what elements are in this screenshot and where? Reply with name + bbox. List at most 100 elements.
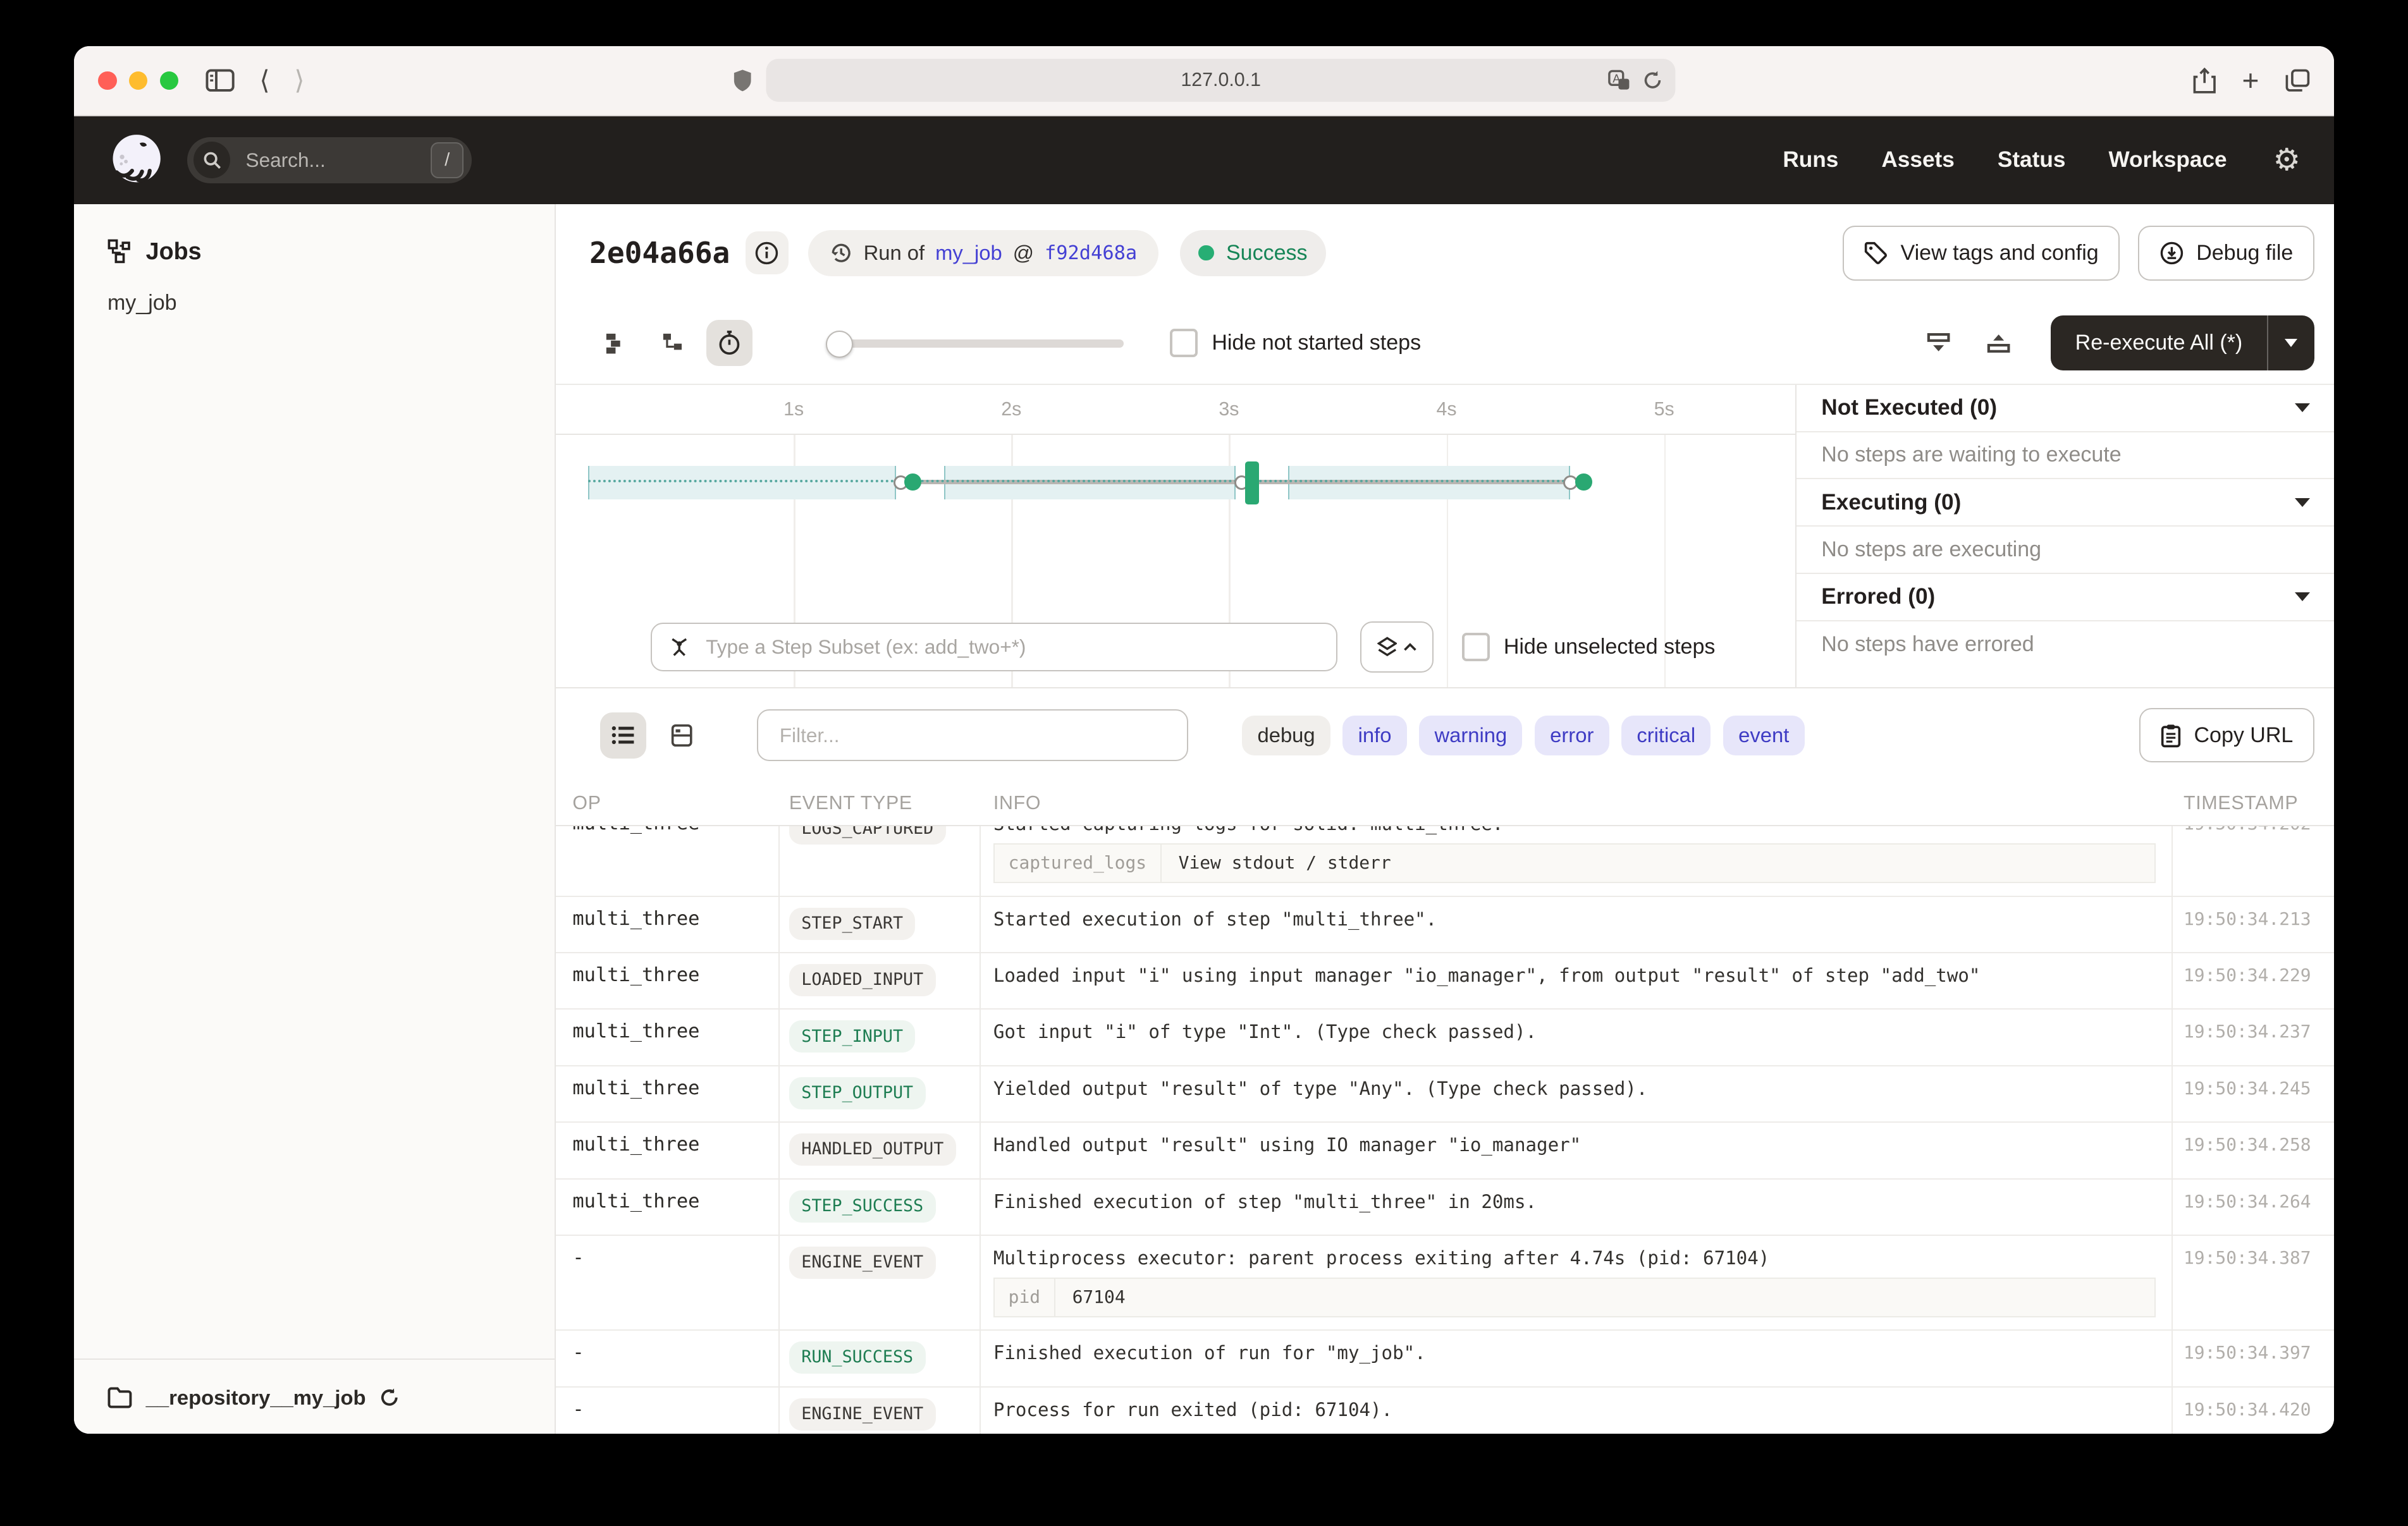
gantt-marker-dot-3[interactable] bbox=[1575, 473, 1592, 491]
view-tags-config-button[interactable]: View tags and config bbox=[1843, 226, 2120, 281]
run-breadcrumb: Run of my_job @ f92d468a bbox=[808, 230, 1158, 276]
table-row[interactable]: multi_threeSTEP_INPUTGot input "i" of ty… bbox=[556, 1010, 2335, 1066]
run-page: 2e04a66a Run of my_job @ f92d468a Succes… bbox=[556, 204, 2335, 1434]
snapshot-link[interactable]: f92d468a bbox=[1045, 242, 1137, 264]
gantt-timed-view-button[interactable] bbox=[706, 320, 752, 366]
graph-query-toggle-button[interactable] bbox=[1360, 621, 1434, 673]
metadata-value[interactable]: View stdout / stderr bbox=[1162, 845, 1408, 882]
forward-button[interactable]: ⟩ bbox=[294, 68, 304, 94]
gantt-selection-band-1[interactable] bbox=[588, 466, 896, 499]
reexecute-dropdown-button[interactable] bbox=[2267, 315, 2314, 370]
event-type-tag: LOADED_INPUT bbox=[789, 964, 936, 996]
table-row[interactable]: multi_threeSTEP_OUTPUTYielded output "re… bbox=[556, 1066, 2335, 1123]
step-status-panel: Not Executed (0) No steps are waiting to… bbox=[1795, 385, 2334, 687]
copy-url-button[interactable]: Copy URL bbox=[2139, 708, 2314, 763]
event-type-cell: RUN_SUCCESS bbox=[778, 1341, 980, 1374]
info-text: Loaded input "i" using input manager "io… bbox=[993, 964, 2172, 987]
step-subset-field[interactable] bbox=[651, 623, 1337, 672]
log-level-chip-error[interactable]: error bbox=[1535, 716, 1609, 755]
folder-icon bbox=[108, 1387, 132, 1408]
event-type-cell: STEP_START bbox=[778, 908, 980, 940]
log-filter-field[interactable] bbox=[757, 709, 1188, 762]
minimize-window-button[interactable] bbox=[129, 71, 147, 90]
nav-workspace[interactable]: Workspace bbox=[2108, 147, 2227, 173]
timestamp-cell: 19:50:34.264 bbox=[2172, 1190, 2335, 1223]
log-level-chip-critical[interactable]: critical bbox=[1621, 716, 1711, 755]
gantt-chart: 1s2s3s4s5s bbox=[556, 385, 1796, 687]
event-type-tag: RUN_SUCCESS bbox=[789, 1341, 926, 1374]
address-bar[interactable]: 127.0.0.1 A bbox=[766, 59, 1676, 102]
hide-not-started-label: Hide not started steps bbox=[1212, 331, 1421, 355]
collapse-panel-button[interactable] bbox=[1915, 320, 1962, 366]
expand-panel-button[interactable] bbox=[1975, 320, 2022, 366]
tab-overview-icon[interactable] bbox=[2285, 69, 2310, 92]
section-errored[interactable]: Errored (0) bbox=[1797, 574, 2334, 621]
translate-icon[interactable]: A bbox=[1608, 70, 1631, 91]
table-row[interactable]: multi_threeSTEP_STARTStarted execution o… bbox=[556, 897, 2335, 953]
reexecute-all-button[interactable]: Re-execute All (*) bbox=[2051, 315, 2267, 370]
log-level-chip-event[interactable]: event bbox=[1723, 716, 1805, 755]
table-row[interactable]: -RUN_SUCCESSFinished execution of run fo… bbox=[556, 1331, 2335, 1387]
gantt-zoom-slider[interactable] bbox=[826, 331, 1124, 355]
table-row[interactable]: -ENGINE_EVENTProcess for run exited (pid… bbox=[556, 1388, 2335, 1434]
zoom-window-button[interactable] bbox=[160, 71, 178, 90]
gantt-waterfall-view-button[interactable] bbox=[649, 320, 696, 366]
search-input[interactable] bbox=[243, 147, 381, 173]
gantt-step-bar-multi-three[interactable] bbox=[1245, 461, 1259, 504]
debug-file-button[interactable]: Debug file bbox=[2138, 226, 2314, 281]
history-icon bbox=[830, 241, 852, 264]
close-window-button[interactable] bbox=[98, 71, 116, 90]
browser-window: ⟨ ⟩ 127.0.0.1 A bbox=[74, 46, 2335, 1434]
sidebar-item-my-job[interactable]: my_job bbox=[74, 265, 555, 315]
nav-runs[interactable]: Runs bbox=[1783, 147, 1838, 173]
table-row[interactable]: -ENGINE_EVENTMultiprocess executor: pare… bbox=[556, 1236, 2335, 1331]
table-row[interactable]: multi_threeHANDLED_OUTPUTHandled output … bbox=[556, 1123, 2335, 1179]
log-level-chip-debug[interactable]: debug bbox=[1242, 716, 1330, 755]
info-text: Finished execution of step "multi_three"… bbox=[993, 1190, 2172, 1213]
metadata-value[interactable]: 67104 bbox=[1055, 1279, 1142, 1316]
log-level-chip-info[interactable]: info bbox=[1342, 716, 1406, 755]
gantt-time-axis: 1s2s3s4s5s bbox=[556, 385, 1796, 436]
info-cell: Multiprocess executor: parent process ex… bbox=[980, 1247, 2172, 1317]
slider-thumb[interactable] bbox=[826, 331, 853, 358]
table-row[interactable]: multi_threeLOADED_INPUTLoaded input "i" … bbox=[556, 953, 2335, 1010]
info-cell: Finished execution of run for "my_job". bbox=[980, 1341, 2172, 1374]
reload-icon[interactable] bbox=[1642, 70, 1663, 91]
event-log-table: OP EVENT TYPE INFO TIMESTAMP multi_three… bbox=[556, 782, 2335, 1434]
step-subset-input[interactable] bbox=[703, 634, 1320, 661]
back-button[interactable]: ⟨ bbox=[259, 68, 269, 94]
op-cell: - bbox=[556, 1398, 778, 1431]
checkbox-icon bbox=[1462, 633, 1490, 661]
dagster-logo[interactable] bbox=[108, 131, 166, 189]
job-link[interactable]: my_job bbox=[935, 241, 1002, 265]
nav-status[interactable]: Status bbox=[1998, 147, 2066, 173]
sidebar-toggle-icon[interactable] bbox=[206, 69, 235, 92]
nav-assets[interactable]: Assets bbox=[1881, 147, 1954, 173]
settings-gear-icon[interactable]: ⚙ bbox=[2273, 142, 2300, 178]
new-tab-icon[interactable]: + bbox=[2242, 66, 2259, 95]
global-search[interactable]: / bbox=[187, 137, 471, 183]
info-cell: Handled output "result" using IO manager… bbox=[980, 1133, 2172, 1166]
section-not-executed[interactable]: Not Executed (0) bbox=[1797, 385, 2334, 432]
share-icon[interactable] bbox=[2193, 68, 2216, 94]
info-cell: Started execution of step "multi_three". bbox=[980, 908, 2172, 940]
log-level-chip-warning[interactable]: warning bbox=[1419, 716, 1522, 755]
shield-icon[interactable] bbox=[732, 68, 752, 93]
search-shortcut-key: / bbox=[431, 142, 464, 178]
gantt-marker-dot-1[interactable] bbox=[904, 473, 921, 491]
run-info-button[interactable] bbox=[746, 231, 789, 274]
info-text: Handled output "result" using IO manager… bbox=[993, 1133, 2172, 1156]
status-badge: Success bbox=[1180, 230, 1325, 276]
log-filter-input[interactable] bbox=[777, 722, 1169, 748]
section-executing[interactable]: Executing (0) bbox=[1797, 479, 2334, 527]
hide-not-started-checkbox[interactable]: Hide not started steps bbox=[1170, 329, 1421, 357]
log-list-view-button[interactable] bbox=[600, 712, 646, 759]
table-row[interactable]: multi_threeSTEP_SUCCESSFinished executio… bbox=[556, 1180, 2335, 1236]
reload-repository-icon[interactable] bbox=[379, 1388, 400, 1408]
hide-unselected-checkbox[interactable]: Hide unselected steps bbox=[1462, 633, 1716, 661]
gantt-body: Hide unselected steps bbox=[556, 435, 1796, 687]
chevron-down-icon bbox=[2295, 592, 2310, 601]
log-structured-view-button[interactable] bbox=[658, 712, 704, 759]
hide-unselected-label: Hide unselected steps bbox=[1504, 635, 1716, 659]
gantt-flat-view-button[interactable] bbox=[593, 320, 639, 366]
